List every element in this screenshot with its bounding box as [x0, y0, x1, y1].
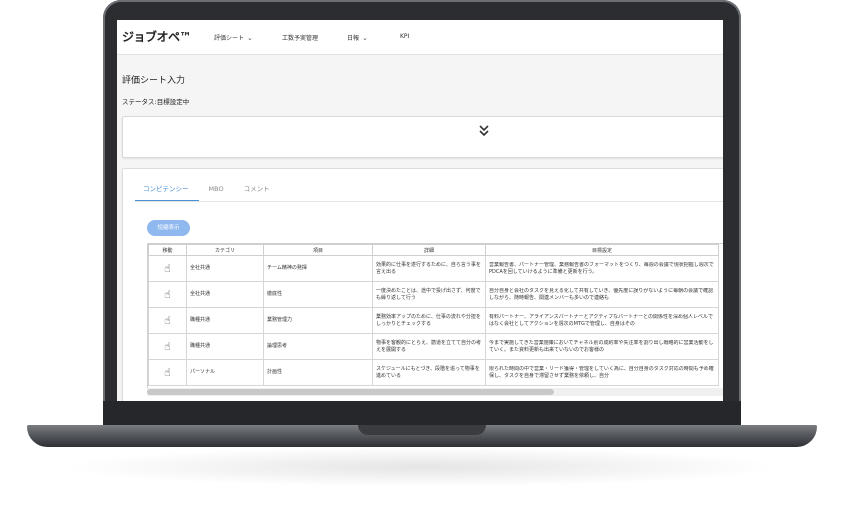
laptop-notch: [358, 425, 486, 435]
table-row: ☝ 職種共通 業務管理力 業務効率アップのために、仕事の流れや分担をしっかりとチ…: [148, 307, 719, 334]
nav-item-daily-report[interactable]: 日報 ⌄: [347, 33, 368, 43]
header-move: 移動: [148, 244, 187, 256]
cell-item: 計画性: [263, 359, 373, 386]
cell-category: 全社共通: [186, 281, 264, 308]
collapsible-info-panel: [122, 116, 723, 158]
hand-pointer-icon: ☝: [164, 313, 171, 327]
top-navigation: ジョブオペ™ 評価シート ⌄ 工数予実管理 日報 ⌄ KPI: [117, 20, 723, 55]
cell-item: 業務管理力: [263, 307, 373, 334]
laptop-screen: ジョブオペ™ 評価シート ⌄ 工数予実管理 日報 ⌄ KPI 評価シート入力 ス…: [117, 20, 723, 401]
nav-item-man-hour-management[interactable]: 工数予実管理: [282, 33, 318, 42]
table-row: ☝ 職種共通 論理思考 物事を客観的にとらえ、筋道を立てて自分の考えを展開する …: [148, 333, 719, 360]
cell-detail: 一度決めたことは、途中で投げ出さず、何度でも繰り返して行う: [372, 281, 486, 308]
page-title: 評価シート入力: [122, 76, 186, 86]
cell-category: 全社共通: [186, 255, 264, 282]
cell-detail: 物事を客観的にとらえ、筋道を立てて自分の考えを展開する: [372, 333, 486, 360]
tab-bar: コンピテンシー MBO コメント: [135, 184, 280, 201]
goal-text[interactable]: 営業報告書、パートナー管理、業務報告書のフォーマットをつくり、毎週の会議で現状把…: [489, 262, 715, 276]
cell-goal[interactable]: 営業報告書、パートナー管理、業務報告書のフォーマットをつくり、毎週の会議で現状把…: [485, 255, 719, 282]
tab-competency[interactable]: コンピテンシー: [135, 184, 199, 201]
chevron-down-icon: ⌄: [247, 33, 253, 42]
table-row: ☝ 全社共通 チーム精神の発揮 効果的に仕事を遂行するために、自ら言う事を言え出…: [148, 255, 719, 282]
laptop-floor-shadow: [60, 447, 784, 487]
header-detail: 詳細: [372, 244, 486, 256]
header-goal-setting: 目標設定: [485, 244, 719, 256]
cell-goal[interactable]: 有料パートナー、アライアンスパートナーとアクティブなパートナーとの関係性を深め個…: [485, 307, 719, 334]
table-row: ☝ パーソナル 計画性 スケジュールにもとづき、段階を追って物事を進めている 限…: [148, 359, 719, 386]
header-category: カテゴリ: [186, 244, 264, 256]
goal-text[interactable]: 自分自身と会社のタスクを見える化して共有していき、優先度に誤りがないように毎朝の…: [489, 288, 715, 302]
hand-pointer-icon: ☝: [164, 339, 171, 353]
cell-category: 職種共通: [186, 333, 264, 360]
nav-item-kpi[interactable]: KPI: [400, 33, 409, 40]
cell-item: 徹底性: [263, 281, 373, 308]
competency-table: 移動 カテゴリ 項目 詳細 目標設定 ☝ 全社共通 チーム精神の発揮 効果的に仕: [148, 244, 719, 386]
drag-handle[interactable]: ☝: [148, 307, 187, 334]
nav-label: 工数予実管理: [282, 35, 319, 42]
drag-handle[interactable]: ☝: [148, 255, 187, 282]
laptop-bezel-chin: [103, 401, 741, 425]
tab-mbo[interactable]: MBO: [199, 184, 234, 200]
table-header-row: 移動 カテゴリ 項目 詳細 目標設定: [148, 244, 719, 256]
double-chevron-down-icon[interactable]: [479, 125, 489, 140]
goal-text[interactable]: 今まで実施してきた営業施策においてチャネル別の成約率や失注率を割り出し戦略的に営…: [489, 340, 715, 354]
nav-item-evaluation-sheet[interactable]: 評価シート ⌄: [214, 33, 253, 43]
cell-detail: 業務効率アップのために、仕事の流れや分担をしっかりとチェックする: [372, 307, 486, 334]
scrollbar-thumb[interactable]: [147, 389, 554, 395]
cell-detail: 効果的に仕事を遂行するために、自ら言う事を言え出る: [372, 255, 486, 282]
drag-handle[interactable]: ☝: [148, 359, 187, 386]
goal-text[interactable]: 有料パートナー、アライアンスパートナーとアクティブなパートナーとの関係性を深め個…: [489, 314, 715, 328]
goal-text[interactable]: 限られた時間の中で営業・リード獲得・管理をしていく為に、自分自身のタスク対応の時…: [489, 366, 715, 380]
drag-handle[interactable]: ☝: [148, 281, 187, 308]
chevron-down-icon: ⌄: [362, 33, 368, 42]
drag-handle[interactable]: ☝: [148, 333, 187, 360]
detail-text: 物事を客観的にとらえ、筋道を立てて自分の考えを展開する: [376, 339, 482, 353]
cell-goal[interactable]: 今まで実施してきた営業施策においてチャネル別の成約率や失注率を割り出し戦略的に営…: [485, 333, 719, 360]
short-view-button[interactable]: 短縮表示: [147, 220, 190, 236]
detail-text: スケジュールにもとづき、段階を追って物事を進めている: [376, 365, 480, 379]
detail-text: 業務効率アップのために、仕事の流れや分担をしっかりとチェックする: [376, 313, 481, 327]
cell-category: 職種共通: [186, 307, 264, 334]
page-content: 評価シート入力 ステータス:目標設定中 コンピテンシー MBO コメント 短縮表…: [117, 55, 723, 401]
cell-detail: スケジュールにもとづき、段階を追って物事を進めている: [372, 359, 486, 386]
table-row: ☝ 全社共通 徹底性 一度決めたことは、途中で投げ出さず、何度でも繰り返して行う…: [148, 281, 719, 308]
nav-label: 日報: [347, 35, 360, 42]
cell-category: パーソナル: [186, 359, 264, 386]
hand-pointer-icon: ☝: [164, 287, 171, 301]
cell-item: 論理思考: [263, 333, 373, 360]
header-item: 項目: [263, 244, 373, 256]
horizontal-scrollbar[interactable]: [147, 388, 723, 396]
cell-goal[interactable]: 自分自身と会社のタスクを見える化して共有していき、優先度に誤りがないように毎朝の…: [485, 281, 719, 308]
cell-goal[interactable]: 限られた時間の中で営業・リード獲得・管理をしていく為に、自分自身のタスク対応の時…: [485, 359, 719, 386]
evaluation-card: コンピテンシー MBO コメント 短縮表示 移動 カテゴリ 項目 詳細 目標設定…: [122, 168, 723, 401]
cell-item: チーム精神の発揮: [263, 255, 373, 282]
hand-pointer-icon: ☝: [164, 261, 171, 275]
nav-label: 評価シート: [214, 35, 245, 42]
tab-comment[interactable]: コメント: [234, 184, 280, 200]
nav-label: KPI: [400, 33, 410, 40]
tab-divider: [135, 201, 723, 202]
detail-text: 一度決めたことは、途中で投げ出さず、何度でも繰り返して行う: [376, 287, 481, 301]
competency-table-container: 移動 カテゴリ 項目 詳細 目標設定 ☝ 全社共通 チーム精神の発揮 効果的に仕: [147, 243, 723, 389]
app-logo[interactable]: ジョブオペ™: [122, 28, 192, 45]
hand-pointer-icon: ☝: [164, 365, 171, 379]
status-text: ステータス:目標設定中: [122, 98, 190, 106]
detail-text: 効果的に仕事を遂行するために、自ら言う事を言え出る: [376, 261, 481, 275]
